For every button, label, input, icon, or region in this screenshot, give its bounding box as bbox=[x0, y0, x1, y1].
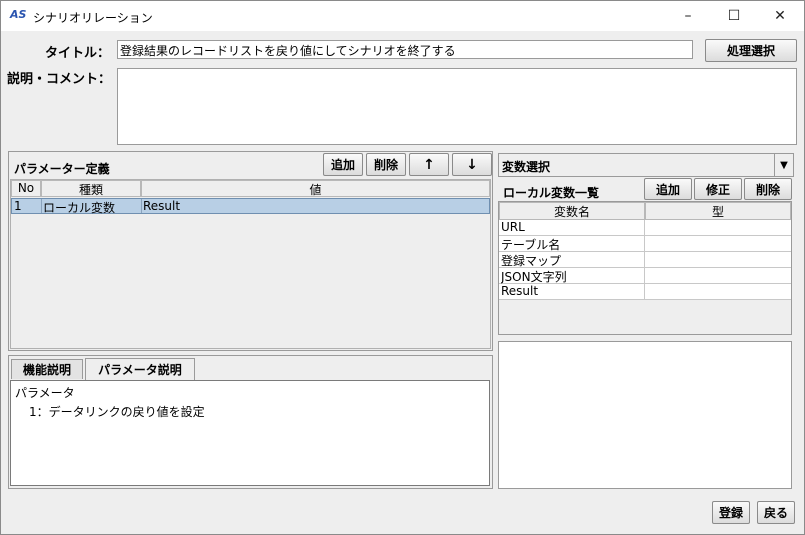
column-header-type[interactable]: 種類 bbox=[41, 180, 141, 197]
parameter-table: No 種類 値 1 ローカル変数 Result bbox=[10, 179, 491, 349]
row-type: ローカル変数 bbox=[43, 201, 116, 215]
parameter-heading: パラメーター定義 bbox=[14, 162, 110, 176]
tab-parameter-description[interactable]: パラメータ説明 bbox=[85, 358, 195, 380]
tab-function-description[interactable]: 機能説明 bbox=[11, 359, 83, 379]
description-line: 1：データリンクの戻り値を設定 bbox=[29, 405, 205, 419]
variable-select-label: 変数選択 bbox=[502, 160, 551, 174]
row-no: 1 bbox=[14, 199, 22, 213]
var-add-button[interactable]: 追加 bbox=[644, 178, 692, 200]
app-icon: AS bbox=[10, 8, 27, 21]
title-bar: AS シナリオリレーション – ☐ ✕ bbox=[1, 1, 804, 31]
cell-divider bbox=[141, 199, 142, 213]
cell-divider bbox=[644, 220, 645, 236]
title-input[interactable]: 登録結果のレコードリストを戻り値にしてシナリオを終了する bbox=[117, 40, 693, 59]
table-row[interactable]: Result bbox=[499, 284, 791, 300]
variable-detail-area[interactable] bbox=[498, 341, 792, 489]
back-button[interactable]: 戻る bbox=[757, 501, 795, 524]
table-row[interactable]: テーブル名 bbox=[499, 236, 791, 252]
register-button[interactable]: 登録 bbox=[712, 501, 750, 524]
table-row[interactable]: JSON文字列 bbox=[499, 268, 791, 284]
arrow-up-icon: ↑ bbox=[423, 156, 435, 173]
dialog-window: AS シナリオリレーション – ☐ ✕ タイトル： 登録結果のレコードリストを戻… bbox=[0, 0, 805, 535]
var-edit-button[interactable]: 修正 bbox=[694, 178, 742, 200]
column-header-no[interactable]: No bbox=[11, 180, 41, 197]
var-name: 登録マップ bbox=[501, 254, 562, 268]
variable-table: 変数名 型 URL テーブル名 登録マップ JSON文字列 Result bbox=[498, 201, 792, 335]
table-row[interactable]: 1 ローカル変数 Result bbox=[11, 198, 490, 215]
column-header-value[interactable]: 値 bbox=[141, 180, 490, 197]
param-add-button[interactable]: 追加 bbox=[323, 153, 363, 176]
close-icon: ✕ bbox=[774, 8, 786, 24]
maximize-icon: ☐ bbox=[727, 8, 741, 24]
var-name: テーブル名 bbox=[501, 238, 561, 252]
cell-divider bbox=[644, 252, 645, 268]
variable-select-dropdown[interactable]: 変数選択 ▼ bbox=[498, 153, 794, 177]
cell-divider bbox=[644, 236, 645, 252]
close-button[interactable]: ✕ bbox=[757, 1, 803, 31]
param-down-button[interactable]: ↓ bbox=[452, 153, 492, 176]
cell-divider bbox=[644, 284, 645, 300]
param-up-button[interactable]: ↑ bbox=[409, 153, 449, 176]
description-title: パラメータ bbox=[15, 386, 75, 400]
description-content: パラメータ 1：データリンクの戻り値を設定 bbox=[10, 380, 490, 486]
chevron-down-icon[interactable]: ▼ bbox=[774, 154, 793, 176]
var-name: Result bbox=[501, 284, 539, 298]
var-name: URL bbox=[501, 220, 525, 234]
window-title: シナリオリレーション bbox=[33, 11, 153, 25]
var-name: JSON文字列 bbox=[501, 270, 567, 284]
minimize-icon: – bbox=[684, 8, 692, 24]
var-delete-button[interactable]: 削除 bbox=[744, 178, 792, 200]
column-header-variable-type[interactable]: 型 bbox=[645, 202, 791, 220]
row-value: Result bbox=[143, 199, 181, 213]
comment-textarea[interactable] bbox=[117, 68, 797, 145]
maximize-button[interactable]: ☐ bbox=[711, 1, 757, 31]
arrow-down-icon: ↓ bbox=[466, 156, 478, 173]
table-row[interactable]: URL bbox=[499, 220, 791, 236]
param-delete-button[interactable]: 削除 bbox=[366, 153, 406, 176]
local-variables-heading: ローカル変数一覧 bbox=[503, 186, 600, 200]
column-header-variable-name[interactable]: 変数名 bbox=[499, 202, 645, 220]
title-label: タイトル： bbox=[45, 46, 111, 61]
minimize-button[interactable]: – bbox=[665, 1, 711, 31]
comment-label: 説明・コメント： bbox=[7, 72, 112, 87]
table-row[interactable]: 登録マップ bbox=[499, 252, 791, 268]
cell-divider bbox=[644, 268, 645, 284]
cell-divider bbox=[41, 199, 42, 213]
process-select-button[interactable]: 処理選択 bbox=[705, 39, 797, 62]
